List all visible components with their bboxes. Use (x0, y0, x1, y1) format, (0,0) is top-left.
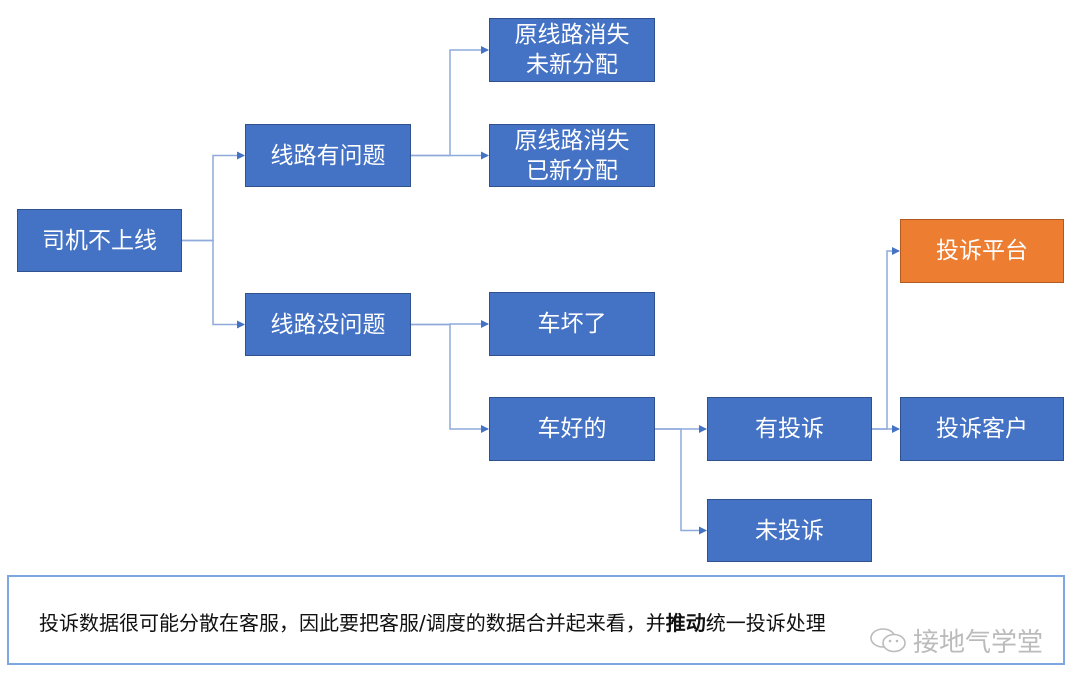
connector-car-ok-to-no-complaint (655, 428, 707, 535)
note-text-bold: 推动 (665, 611, 706, 635)
node-label: 有投诉 (755, 416, 824, 442)
watermark-text: 接地气学堂 (913, 628, 1044, 658)
summary-note-text: 投诉数据很可能分散在客服，因此要把客服/调度的数据合并起来看，并推动统一投诉处理 (39, 607, 826, 636)
node-label: 车好的 (537, 416, 607, 442)
node-label: 线路没问题 (270, 311, 386, 338)
connector-route-problem-to-route-gone-unassigned (411, 46, 489, 157)
node-root: 司机不上线 (17, 209, 182, 272)
node-complaint-platform: 投诉平台 (900, 219, 1064, 283)
node-label: 已新分配 (526, 157, 618, 184)
node-label: 车坏了 (537, 311, 607, 337)
node-no-complaint: 未投诉 (707, 499, 872, 562)
node-route-problem: 线路有问题 (245, 124, 411, 187)
note-text-before: 投诉数据很可能分散在客服，因此要把客服/调度的数据合并起来看，并 (39, 611, 666, 635)
node-label: 原线路消失 (514, 127, 630, 154)
node-route-gone-assigned: 原线路消失 已新分配 (489, 124, 655, 187)
node-label: 原线路消失 (514, 22, 630, 48)
node-label: 投诉客户 (936, 416, 1028, 442)
node-route-gone-unassigned: 原线路消失 未新分配 (489, 18, 655, 82)
node-has-complaint: 有投诉 (707, 397, 872, 461)
connector-has-complaint-to-complaint-platform (872, 247, 900, 430)
node-label: 线路有问题 (270, 142, 386, 169)
watermark: 接地气学堂 (869, 622, 1043, 659)
node-car-broken: 车坏了 (489, 292, 655, 356)
node-route-ok: 线路没问题 (245, 293, 411, 356)
node-complaint-customer: 投诉客户 (900, 397, 1064, 461)
node-label: 未投诉 (755, 517, 824, 544)
node-label: 司机不上线 (42, 227, 157, 254)
node-label: 投诉平台 (936, 238, 1028, 264)
node-label: 未新分配 (526, 52, 618, 78)
connector-root-to-route-problem (182, 151, 245, 242)
connector-route-ok-to-car-ok (411, 323, 489, 433)
node-car-ok: 车好的 (489, 397, 655, 461)
note-text-after: 统一投诉处理 (705, 611, 826, 635)
wechat-icon (870, 627, 906, 652)
connector-root-to-route-ok (182, 239, 245, 329)
